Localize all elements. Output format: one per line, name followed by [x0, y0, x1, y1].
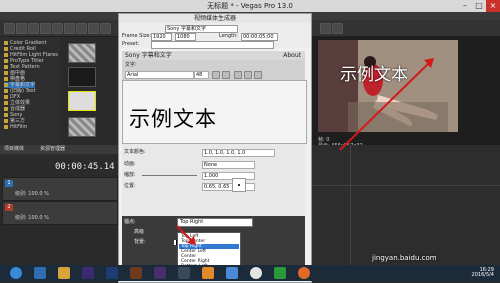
close-icon[interactable]: ×: [486, 0, 500, 12]
font-size-select[interactable]: 48: [194, 71, 209, 79]
align-center-button[interactable]: [244, 71, 252, 79]
generator-name-field[interactable]: Sony 字幕和文字: [165, 25, 238, 33]
clock-date: 2016/5/4: [471, 272, 494, 278]
length-input[interactable]: 00:00:05;00: [241, 33, 278, 41]
tab-explorer[interactable]: 资源管理器: [38, 146, 67, 153]
preview-frame-label: 帧: 0: [318, 137, 330, 143]
frame-height-input[interactable]: 1080: [175, 33, 196, 41]
anchor-select[interactable]: Top Right: [177, 218, 253, 227]
preset-thumbnail[interactable]: [68, 91, 96, 111]
about-link[interactable]: About: [283, 51, 301, 60]
anchor-dot: [238, 184, 240, 186]
preset-label: Preset:: [122, 41, 140, 47]
divider: [350, 145, 351, 265]
vegas-icon[interactable]: [178, 267, 190, 279]
minimize-icon[interactable]: –: [458, 0, 472, 12]
text-label: 文字:: [125, 62, 137, 68]
track-headers: 1 级别: 100.0 % 2 级别: 100.0 %: [0, 175, 118, 265]
redo-icon[interactable]: [76, 23, 87, 34]
timecode-display: 00:00:45.14: [55, 162, 115, 172]
preset-thumbnail[interactable]: [68, 67, 96, 87]
new-icon[interactable]: [4, 23, 15, 34]
preset-thumbnail[interactable]: [68, 43, 96, 63]
render-icon[interactable]: [52, 23, 63, 34]
text-edit-area[interactable]: 示例文本: [122, 80, 307, 144]
window-title: 无标题 * - Vegas Pro 13.0: [207, 2, 293, 10]
preview-photo: [318, 40, 458, 132]
scale-slider[interactable]: [142, 175, 197, 176]
app-icon[interactable]: [226, 267, 238, 279]
properties-icon[interactable]: [40, 23, 51, 34]
tab-project-media[interactable]: 项目媒体: [2, 146, 26, 153]
track-level: 级别: 100.0 %: [15, 191, 49, 197]
preview-frame: [318, 40, 458, 132]
advanced-section-label[interactable]: 高级: [134, 228, 144, 236]
tool-icon[interactable]: [320, 23, 331, 34]
position-label: 位置:: [124, 183, 136, 189]
save-icon[interactable]: [28, 23, 39, 34]
preset-thumbnails: [60, 37, 118, 145]
window-title-bar: 无标题 * - Vegas Pro 13.0 – □ ×: [0, 0, 500, 12]
preset-select[interactable]: [151, 41, 274, 49]
sample-text[interactable]: 示例文本: [129, 103, 217, 133]
photoshop-icon[interactable]: [106, 267, 118, 279]
frame-width-input[interactable]: 1920: [151, 33, 172, 41]
track-number: 1: [5, 180, 13, 187]
maximize-icon[interactable]: □: [472, 0, 486, 12]
animation-select[interactable]: None: [202, 161, 255, 169]
system-clock: 16:29 2016/5/4: [472, 268, 494, 278]
tool-icon[interactable]: [88, 23, 99, 34]
premiere-icon[interactable]: [82, 267, 94, 279]
video-track[interactable]: 1 级别: 100.0 %: [2, 177, 118, 201]
background-label: 背景:: [134, 239, 146, 245]
app-icon[interactable]: [202, 267, 214, 279]
italic-button[interactable]: [222, 71, 230, 79]
length-label: Length:: [219, 33, 238, 39]
text-color-label: 文本颜色:: [124, 149, 146, 155]
plugin-header: Sony 字幕和文字 About: [122, 51, 305, 60]
position-value[interactable]: 0.65, 0.65: [202, 183, 255, 191]
app-icon[interactable]: [154, 267, 166, 279]
illustrator-icon[interactable]: [130, 267, 142, 279]
frame-size-label: Frame Size:: [122, 33, 152, 39]
timeline-area: [310, 145, 500, 265]
preset-thumbnail[interactable]: [68, 117, 96, 137]
align-right-button[interactable]: [254, 71, 262, 79]
tool-icon[interactable]: [100, 23, 111, 34]
font-toolbar: 文字: Arial 48: [122, 60, 305, 80]
app-icon[interactable]: [34, 267, 46, 279]
video-track[interactable]: 2 级别: 100.0 %: [2, 201, 118, 225]
start-icon[interactable]: [10, 267, 22, 279]
divider: [310, 185, 500, 186]
open-icon[interactable]: [16, 23, 27, 34]
animation-label: 动画:: [124, 161, 136, 167]
watermark: jingyan.baidu.com: [372, 254, 437, 262]
font-family-select[interactable]: Arial: [125, 71, 194, 79]
chrome-icon[interactable]: [250, 267, 262, 279]
dialog-title: 视频媒体生成器: [119, 14, 311, 23]
anchor-label: 锚点:: [124, 219, 136, 225]
dialog-fields: Sony 字幕和文字 Frame Size: 1920 1080 Length:…: [119, 23, 311, 49]
taskbar: 16:29 2016/5/4: [0, 265, 500, 281]
firefox-icon[interactable]: [298, 267, 310, 279]
folder-icon[interactable]: [58, 267, 70, 279]
align-left-button[interactable]: [234, 71, 242, 79]
preview-overlay-text: 示例文本: [340, 65, 408, 85]
scale-value[interactable]: 1.000: [202, 172, 255, 180]
scale-label: 缩放:: [124, 172, 136, 178]
tool-icon[interactable]: [332, 23, 343, 34]
left-tabs: 项目媒体 资源管理器: [0, 145, 118, 154]
track-level: 级别: 100.0 %: [15, 215, 49, 221]
undo-icon[interactable]: [64, 23, 75, 34]
position-anchor-grid[interactable]: [232, 178, 246, 192]
app-icon[interactable]: [274, 267, 286, 279]
plugin-name: Sony 字幕和文字: [125, 52, 172, 59]
tree-item[interactable]: HitFilm: [4, 124, 27, 130]
bold-button[interactable]: [212, 71, 220, 79]
text-color-value[interactable]: 1.0, 1.0, 1.0, 1.0: [202, 149, 275, 157]
track-number: 2: [5, 204, 13, 211]
